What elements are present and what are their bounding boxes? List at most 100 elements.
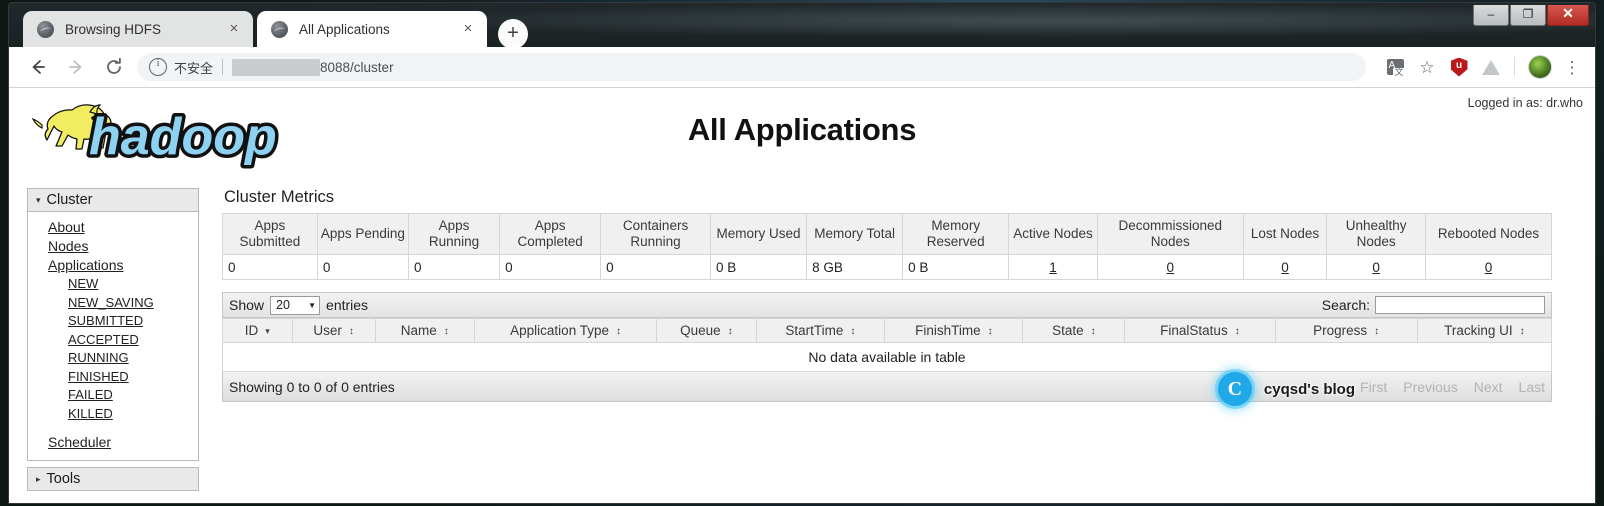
- sort-desc-icon: [265, 326, 270, 337]
- browser-window: Browsing HDFS × All Applications × + – ❐…: [8, 2, 1596, 504]
- pagination-first[interactable]: First: [1360, 379, 1387, 395]
- show-entries-control: Show 20 ▼ entries: [229, 295, 368, 315]
- chrome-menu-button[interactable]: ⋮: [1559, 54, 1585, 80]
- close-icon: ✕: [1562, 5, 1574, 21]
- column-header-starttime[interactable]: StartTime: [755, 318, 886, 343]
- cluster-panel-header[interactable]: ▾ Cluster: [28, 189, 198, 212]
- sidebar-item-running[interactable]: RUNNING: [28, 349, 198, 368]
- search-input[interactable]: [1375, 296, 1545, 314]
- applications-table: ID User Name Application Type Queue Star…: [222, 318, 1553, 372]
- url-text: 8088/cluster: [320, 59, 394, 75]
- search-control: Search:: [1322, 296, 1545, 314]
- metrics-header: Unhealthy Nodes: [1326, 213, 1426, 255]
- sort-both-icon: [444, 327, 449, 337]
- table-header-row: Apps Submitted Apps Pending Apps Running…: [222, 213, 1553, 255]
- sidebar-item-killed[interactable]: KILLED: [28, 405, 198, 424]
- redacted-host: [232, 58, 321, 76]
- cluster-panel-body: About Nodes Applications NEW NEW_SAVING …: [28, 212, 198, 460]
- sidebar-item-about[interactable]: About: [28, 218, 198, 237]
- sidebar-item-accepted[interactable]: ACCEPTED: [28, 331, 198, 350]
- sidebar-item-failed[interactable]: FAILED: [28, 386, 198, 405]
- close-window-button[interactable]: ✕: [1547, 5, 1589, 26]
- drive-icon: [1482, 59, 1500, 75]
- column-header-user[interactable]: User: [291, 318, 376, 343]
- metric-decommissioned-nodes[interactable]: 0: [1096, 254, 1244, 280]
- sort-both-icon: [988, 327, 993, 337]
- pagination-next[interactable]: Next: [1474, 379, 1503, 395]
- pagination-previous[interactable]: Previous: [1403, 379, 1457, 395]
- tab-title: Browsing HDFS: [65, 21, 162, 37]
- tools-panel-title: Tools: [46, 471, 81, 487]
- rebooted-nodes-link[interactable]: 0: [1485, 260, 1493, 275]
- info-circle-icon[interactable]: [149, 57, 167, 76]
- maximize-icon: ❐: [1522, 7, 1534, 21]
- back-button[interactable]: [23, 52, 53, 82]
- column-header-id[interactable]: ID: [222, 318, 293, 343]
- sidebar-item-new[interactable]: NEW: [28, 275, 198, 294]
- column-header-progress[interactable]: Progress: [1274, 318, 1418, 343]
- back-arrow-icon: [32, 60, 45, 74]
- cluster-metrics-title: Cluster Metrics: [224, 188, 335, 206]
- translate-icon: [1386, 59, 1405, 77]
- applications-table-block: Show 20 ▼ entries Search: ID▾ User↕ Name…: [222, 292, 1553, 406]
- entries-per-page-select[interactable]: 20 ▼: [270, 295, 321, 315]
- chrome-menu-icon: ⋮: [1563, 57, 1581, 77]
- close-icon[interactable]: ×: [225, 20, 243, 38]
- tab-title: All Applications: [299, 21, 390, 37]
- active-nodes-link[interactable]: 1: [1049, 260, 1057, 275]
- address-bar[interactable]: 不安全 8088/cluster: [137, 53, 1366, 81]
- chevron-right-icon: ▸: [36, 473, 41, 484]
- tab-browsing-hdfs[interactable]: Browsing HDFS ×: [23, 11, 253, 47]
- metric-active-nodes[interactable]: 1: [1008, 254, 1098, 280]
- sidebar-item-submitted[interactable]: SUBMITTED: [28, 312, 198, 331]
- globe-icon: [271, 20, 288, 38]
- drive-button[interactable]: [1478, 54, 1504, 80]
- sidebar-item-scheduler[interactable]: Scheduler: [28, 433, 198, 452]
- sidebar-item-applications[interactable]: Applications: [28, 256, 198, 275]
- column-header-state[interactable]: State: [1022, 318, 1126, 343]
- minimize-icon: –: [1487, 7, 1495, 21]
- translate-button[interactable]: [1382, 54, 1408, 80]
- column-header-queue[interactable]: Queue: [656, 318, 757, 343]
- maximize-button[interactable]: ❐: [1510, 5, 1546, 26]
- minimize-button[interactable]: –: [1473, 5, 1509, 26]
- close-icon[interactable]: ×: [459, 20, 477, 38]
- unhealthy-nodes-link[interactable]: 0: [1372, 260, 1380, 275]
- sidebar-item-finished[interactable]: FINISHED: [28, 368, 198, 387]
- metric-rebooted-nodes[interactable]: 0: [1424, 254, 1553, 280]
- forward-arrow-icon: [69, 60, 82, 74]
- pagination-last[interactable]: Last: [1519, 379, 1545, 395]
- column-header-application-type[interactable]: Application Type: [473, 318, 658, 343]
- metrics-header: Memory Reserved: [902, 213, 1010, 255]
- forward-button[interactable]: [61, 52, 91, 82]
- new-tab-button[interactable]: +: [498, 19, 528, 49]
- metrics-header: Apps Submitted: [222, 213, 318, 255]
- sidebar-item-new-saving[interactable]: NEW_SAVING: [28, 294, 198, 313]
- column-header-finishtime[interactable]: FinishTime: [884, 318, 1024, 343]
- ublock-shield-icon: [1450, 57, 1468, 77]
- metric-lost-nodes[interactable]: 0: [1242, 254, 1328, 280]
- sidebar-item-nodes[interactable]: Nodes: [28, 237, 198, 256]
- profile-button[interactable]: [1527, 54, 1553, 80]
- column-header-name[interactable]: Name: [374, 318, 475, 343]
- showing-entries-label: Showing 0 to 0 of 0 entries: [229, 378, 395, 395]
- metrics-header: Apps Pending: [316, 213, 409, 255]
- sort-both-icon: [1520, 327, 1525, 337]
- metric-unhealthy-nodes[interactable]: 0: [1326, 254, 1426, 280]
- show-label: Show: [229, 297, 265, 313]
- decommissioned-nodes-link[interactable]: 0: [1167, 260, 1175, 275]
- ublock-button[interactable]: [1446, 54, 1472, 80]
- bookmark-button[interactable]: ☆: [1414, 54, 1440, 80]
- tools-panel-header[interactable]: ▸ Tools: [27, 467, 199, 491]
- metrics-header: Memory Total: [806, 213, 904, 255]
- reload-button[interactable]: [99, 52, 129, 82]
- metrics-header: Decommissioned Nodes: [1096, 213, 1244, 255]
- column-label: StartTime: [785, 323, 844, 338]
- column-header-tracking-ui[interactable]: Tracking UI: [1416, 318, 1553, 343]
- lost-nodes-link[interactable]: 0: [1281, 260, 1289, 275]
- column-header-finalstatus[interactable]: FinalStatus: [1124, 318, 1276, 343]
- chevron-down-icon: ▾: [36, 194, 41, 205]
- pagination: First Previous Next Last: [1344, 379, 1545, 395]
- tab-all-applications[interactable]: All Applications ×: [257, 11, 487, 47]
